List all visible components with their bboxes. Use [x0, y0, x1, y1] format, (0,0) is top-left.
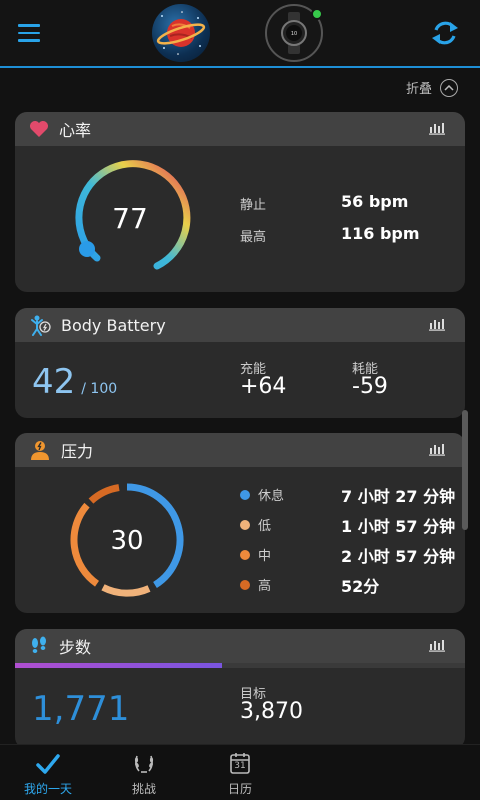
stress-value: 30: [110, 526, 144, 556]
nav-calendar-label: 日历: [227, 782, 252, 796]
stress-card[interactable]: 压力 30 休息 7 小时 27 分钟 低 1 小时 57 分钟 中 2 小时 …: [15, 433, 465, 613]
laurel-icon: [134, 755, 154, 773]
chevron-up-icon: [440, 78, 458, 97]
body-battery-title: Body Battery: [61, 315, 166, 335]
legend-label-medium: 中: [258, 549, 272, 564]
legend-dot-medium: [240, 549, 250, 560]
bar-chart-icon[interactable]: [429, 318, 445, 331]
bar-chart-icon[interactable]: [429, 122, 445, 135]
legend-dot-low: [240, 519, 250, 530]
heart-rate-header[interactable]: 心率: [15, 112, 465, 146]
stress-title: 压力: [61, 442, 94, 461]
bar-chart-icon[interactable]: [429, 443, 445, 456]
resting-label: 静止: [240, 198, 267, 213]
checkmark-icon: [36, 754, 60, 774]
nav-my-day-label: 我的一天: [23, 782, 72, 796]
legend-label-low: 低: [258, 519, 272, 534]
collapse-button[interactable]: 折叠: [406, 78, 458, 97]
stress-high-row: 高: [240, 575, 271, 594]
nav-calendar[interactable]: 31 日历: [192, 745, 288, 800]
stress-low-value: 1 小时 57 分钟: [341, 517, 456, 536]
body-battery-value: 42: [32, 362, 76, 402]
body-battery-max: / 100: [81, 381, 118, 397]
planet-avatar-icon: [156, 11, 206, 55]
drained-value: -59: [352, 374, 388, 399]
steps-value: 1,771: [32, 689, 130, 729]
heart-rate-value: 77: [112, 202, 148, 235]
sync-icon[interactable]: [428, 16, 462, 50]
nav-challenges[interactable]: 挑战: [96, 745, 192, 800]
max-label: 最高: [240, 230, 267, 245]
heart-icon: [30, 121, 48, 137]
stress-high-value: 52分: [341, 577, 380, 596]
stress-rest-row: 休息: [240, 485, 284, 504]
steps-goal-value: 3,870: [240, 699, 303, 724]
body-battery-card[interactable]: Body Battery 42 / 100 充能 +64 耗能 -59: [15, 308, 465, 418]
collapse-label: 折叠: [405, 82, 432, 97]
body-battery-reading: 42 / 100: [32, 362, 117, 402]
stress-segment-medium: [70, 502, 100, 587]
steps-card[interactable]: 步数 1,771 目标 3,870: [15, 629, 465, 749]
max-value: 116 bpm: [341, 224, 420, 243]
top-bar: 10: [0, 0, 480, 68]
steps-progress-fill: [15, 663, 222, 668]
footprints-icon: [32, 636, 46, 653]
hamburger-menu-icon[interactable]: [18, 24, 40, 42]
scrollbar-thumb[interactable]: [462, 410, 468, 530]
svg-text:10: 10: [291, 31, 297, 37]
resting-value: 56 bpm: [341, 192, 409, 211]
stress-header[interactable]: 压力: [15, 433, 465, 467]
bottom-navigation: 我的一天 挑战 31 日历: [0, 744, 480, 800]
heart-rate-title: 心率: [59, 121, 92, 140]
stress-segment-high: [88, 484, 120, 504]
gauge-indicator-knob: [79, 241, 95, 257]
device-connected-status-dot: [311, 8, 323, 20]
stress-person-icon: [31, 441, 49, 460]
nav-my-day[interactable]: 我的一天: [0, 745, 96, 800]
nav-challenges-label: 挑战: [131, 782, 156, 796]
stress-rest-value: 7 小时 27 分钟: [341, 487, 456, 506]
legend-dot-rest: [240, 489, 250, 500]
body-battery-icon: [31, 315, 51, 336]
steps-progress-track: [15, 663, 465, 668]
steps-header[interactable]: 步数: [15, 629, 465, 663]
heart-rate-card[interactable]: 心率 77 静止 56 bpm 最高 116 bpm: [15, 112, 465, 292]
steps-title: 步数: [59, 638, 92, 657]
stress-segment-low: [101, 584, 151, 597]
charged-value: +64: [240, 374, 287, 399]
stress-medium-row: 中: [240, 545, 271, 564]
calendar-day-number: 31: [234, 761, 246, 771]
profile-avatar[interactable]: [152, 4, 210, 62]
legend-label-rest: 休息: [258, 489, 285, 504]
legend-label-high: 高: [258, 579, 272, 594]
stress-low-row: 低: [240, 515, 271, 534]
stress-medium-value: 2 小时 57 分钟: [341, 547, 456, 566]
bar-chart-icon[interactable]: [429, 639, 445, 652]
body-battery-header[interactable]: Body Battery: [15, 308, 465, 342]
legend-dot-high: [240, 579, 250, 590]
